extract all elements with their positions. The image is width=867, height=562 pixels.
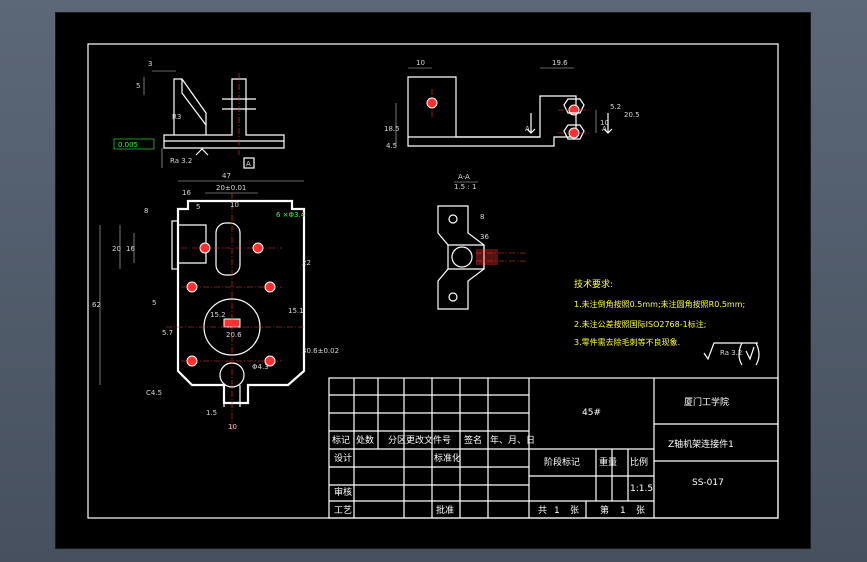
dim-c4-5: C4.5 xyxy=(146,389,162,397)
dim-15-2: 15.2 xyxy=(210,311,226,319)
tech-line-3: 3.零件需去除毛刺等不良现象. xyxy=(574,337,680,347)
dim-16-vertical: 16 xyxy=(126,245,135,253)
dim-15-1: 15.1 xyxy=(288,307,304,315)
hdr-signature: 签名 xyxy=(464,434,482,446)
dim-8: 8 xyxy=(144,207,148,215)
datum-label: A xyxy=(246,160,251,168)
dim-19-6: 19.6 xyxy=(552,59,568,67)
title-block: 45# 厦门工学院 Z轴机架连接件1 SS-017 1:1.5 标记 处数 分区… xyxy=(328,377,779,519)
sheet-number: 1 xyxy=(620,506,626,516)
engineering-drawing: 3 5 R3 Ra 3.2 0.005 A 10 19.6 18.5 4.5 1… xyxy=(87,43,779,519)
hdr-weight: 重量 xyxy=(599,456,617,468)
dim-5: 5 xyxy=(136,82,140,90)
dim-20-5: 20.5 xyxy=(624,111,640,119)
dim-10-top: 10 xyxy=(416,59,425,67)
total-count: 1 xyxy=(554,506,560,516)
section-a-a: A-A 1.5 : 1 8 36 xyxy=(437,173,526,310)
dim-16: 16 xyxy=(182,189,191,197)
hdr-design: 设计 xyxy=(334,452,352,464)
tech-line-1: 1.未注倒角按照0.5mm;未注圆角按照R0.5mm; xyxy=(574,299,745,309)
section-scale: 1.5 : 1 xyxy=(454,183,476,191)
side-view-left: 3 5 R3 Ra 3.2 0.005 A xyxy=(113,60,285,169)
tolerance-value: 0.005 xyxy=(118,141,138,149)
dim-20-tol: 20±0.01 xyxy=(216,184,246,192)
hdr-review: 审核 xyxy=(334,486,352,498)
drawing-number: SS-017 xyxy=(692,478,724,488)
front-view-right: 10 19.6 18.5 4.5 10 5.2 20.5 A A xyxy=(384,59,640,150)
roughness-label: Ra 3.2 xyxy=(170,157,192,165)
dim-10: 10 xyxy=(230,201,239,209)
hdr-ratio: 比例 xyxy=(630,456,648,468)
dim-3: 3 xyxy=(148,60,152,68)
dim-5-left: 5 xyxy=(152,299,156,307)
dim-20-6: 20.6 xyxy=(226,331,242,339)
dim-5-7: 5.7 xyxy=(162,329,173,337)
dim-8-section: 8 xyxy=(480,213,484,221)
tech-line-2: 2.未注公差按照国际ISO2768-1标注; xyxy=(574,319,706,329)
hdr-count: 处数 xyxy=(356,434,374,446)
tech-heading: 技术要求: xyxy=(574,278,613,290)
hdr-sheet: 第 xyxy=(600,504,609,516)
hdr-sheet-unit-2: 张 xyxy=(636,505,645,516)
hdr-standardization: 标准化 xyxy=(434,452,461,464)
dim-hole-callout: 6 ×Φ3.4 xyxy=(276,211,306,219)
dim-1-5: 1.5 xyxy=(206,409,217,417)
dim-20-vertical: 20 xyxy=(112,245,121,253)
hdr-stage: 阶段标记 xyxy=(544,456,580,468)
dim-10-bottom: 10 xyxy=(228,423,237,431)
hdr-total: 共 xyxy=(538,505,547,516)
dim-phi4: Φ4.3 xyxy=(252,363,269,371)
hdr-date: 年、月、日 xyxy=(490,434,535,446)
dim-4-5: 4.5 xyxy=(386,142,397,150)
hdr-mark: 标记 xyxy=(332,434,350,446)
cad-viewport[interactable]: 3 5 R3 Ra 3.2 0.005 A 10 19.6 18.5 4.5 1… xyxy=(55,12,811,549)
hdr-change: 更改文件号 xyxy=(406,434,451,446)
section-arrow-left: A xyxy=(525,125,530,133)
part-name: Z轴机架连接件1 xyxy=(668,438,734,450)
hdr-approve: 批准 xyxy=(436,504,454,516)
scale-value: 1:1.5 xyxy=(630,484,653,494)
hdr-zone: 分区 xyxy=(388,435,406,446)
plan-view: 47 20±0.01 16 5 10 8 6 ×Φ3.4 62 20 16 5 … xyxy=(92,172,339,431)
material-value: 45# xyxy=(582,408,601,418)
section-arrow-right: A xyxy=(602,125,607,133)
technical-requirements: 技术要求: 1.未注倒角按照0.5mm;未注圆角按照R0.5mm; 2.未注公差… xyxy=(574,278,760,366)
dim-5: 5 xyxy=(196,203,200,211)
dim-30-6: 30.6±0.02 xyxy=(302,347,339,355)
dim-22: 22 xyxy=(302,259,311,267)
school-name: 厦门工学院 xyxy=(684,396,729,408)
dim-47: 47 xyxy=(222,172,231,180)
section-label: A-A xyxy=(458,173,470,181)
dim-18-5: 18.5 xyxy=(384,125,400,133)
hdr-process: 工艺 xyxy=(334,505,352,516)
dim-r3: R3 xyxy=(172,113,181,121)
dim-62: 62 xyxy=(92,301,101,309)
dim-36-section: 36 xyxy=(480,233,489,241)
dim-5-2: 5.2 xyxy=(610,103,621,111)
hdr-sheet-unit: 张 xyxy=(570,505,579,516)
